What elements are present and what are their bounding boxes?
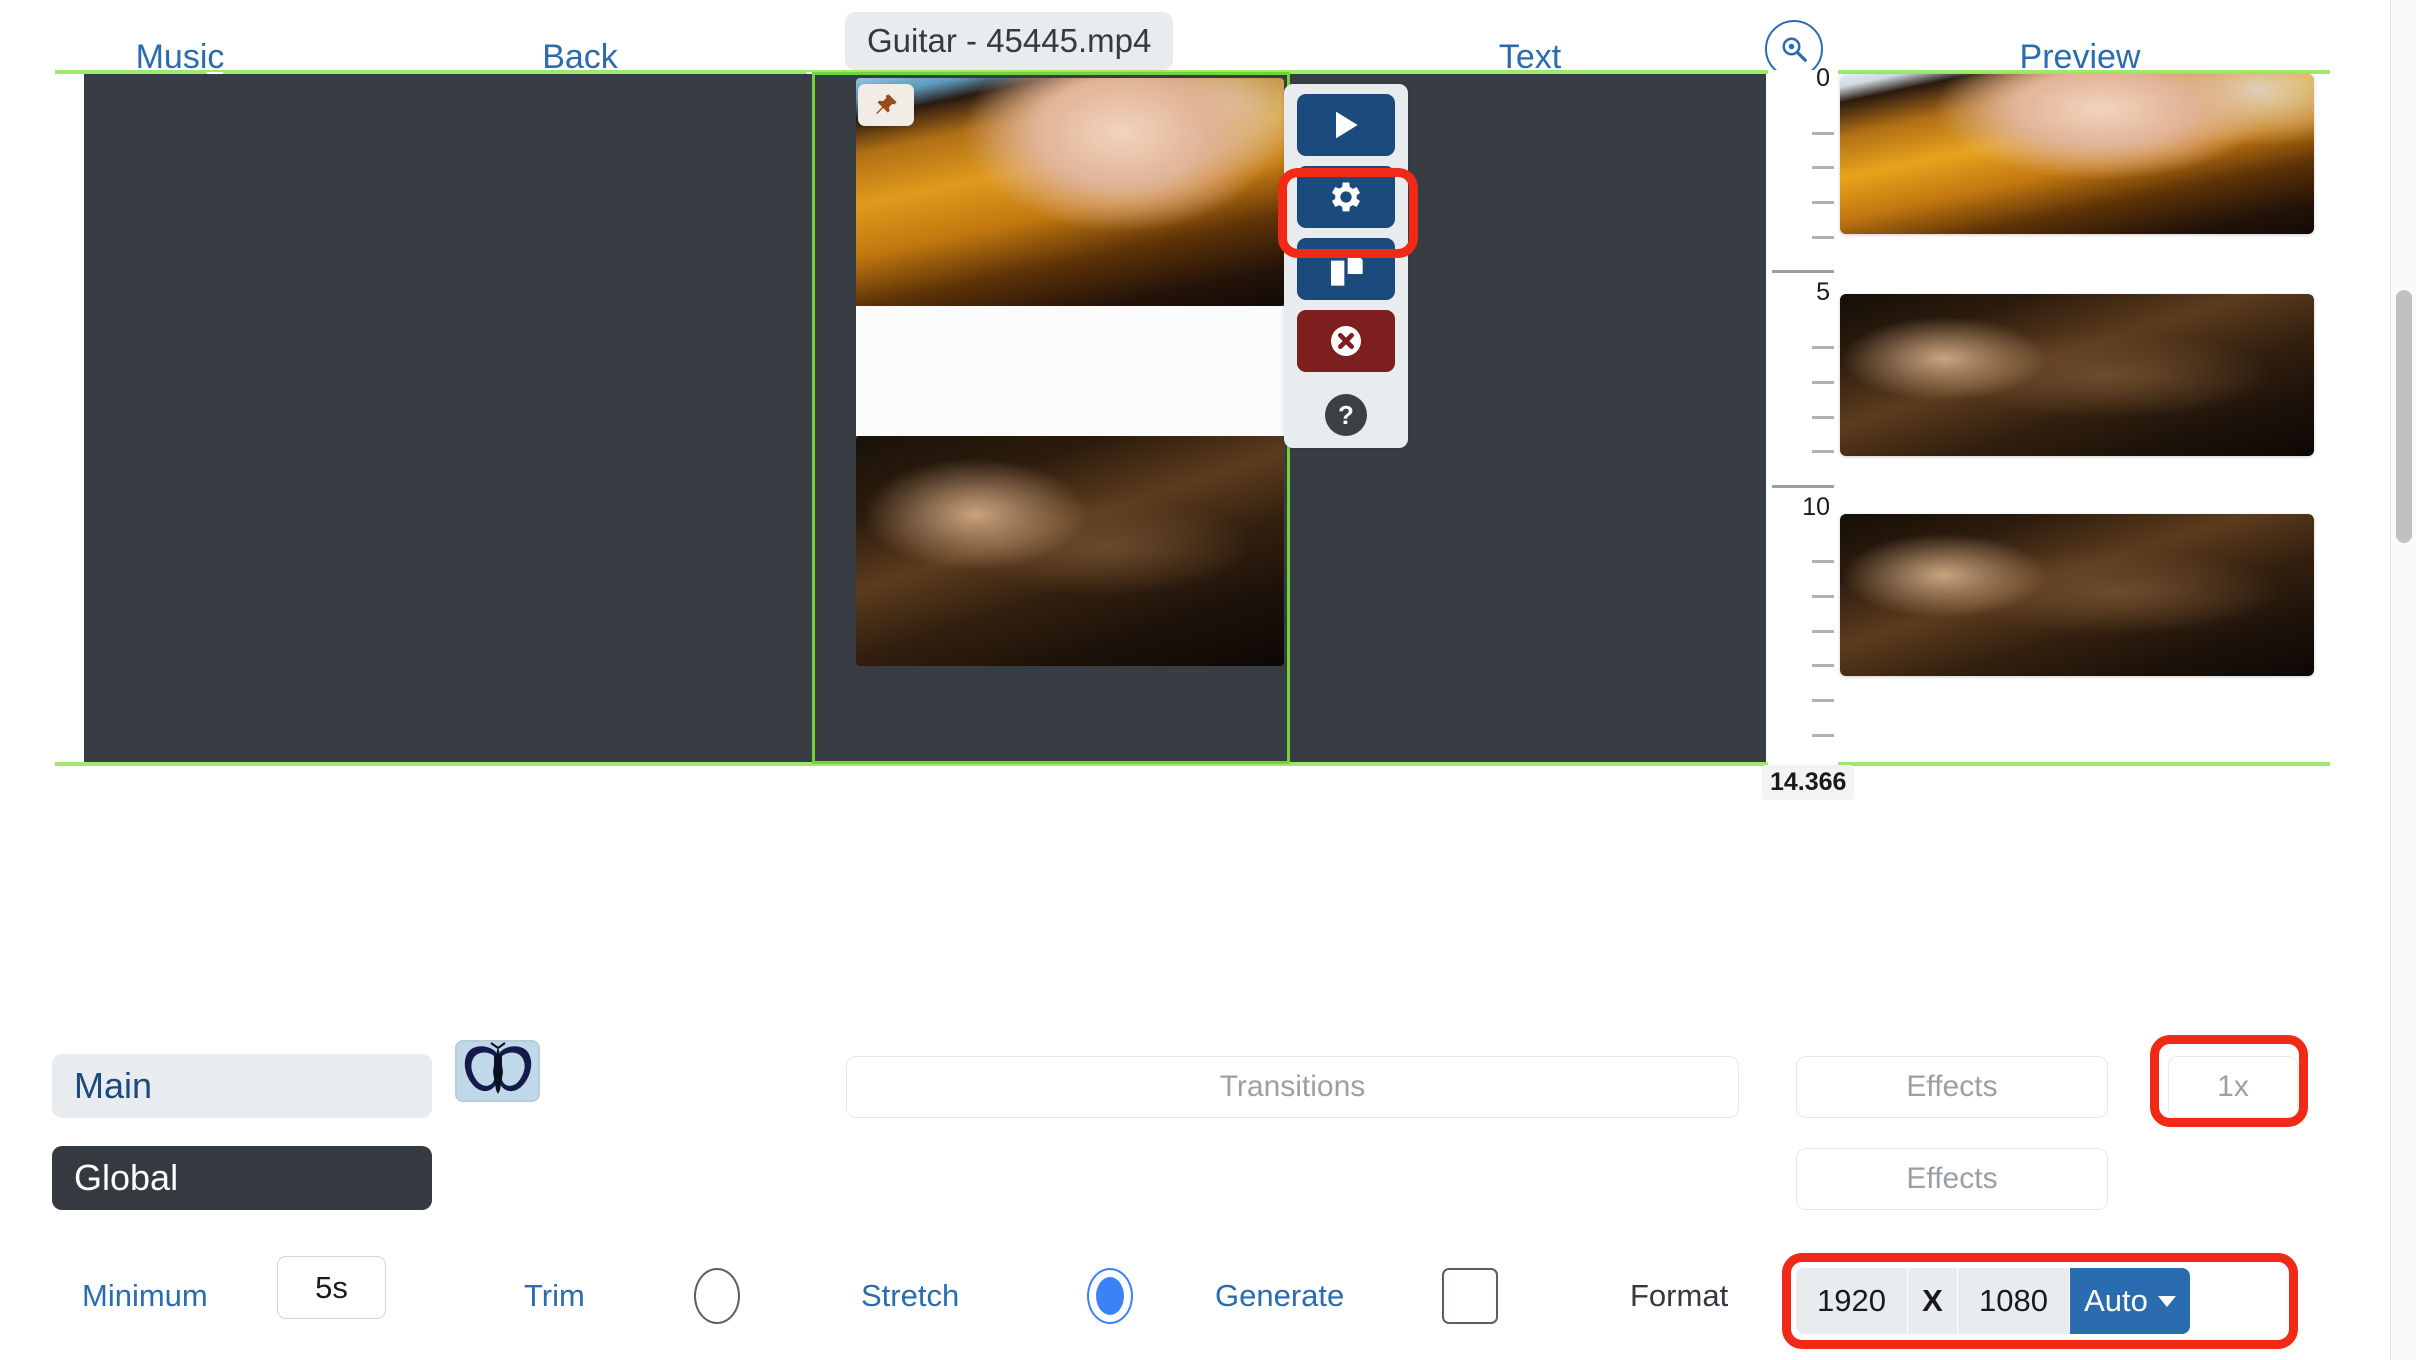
play-icon	[1336, 111, 1358, 139]
ruler-label-5: 5	[1816, 278, 1830, 306]
format-width-input[interactable]: 1920	[1796, 1268, 1908, 1334]
ruler-tick	[1812, 450, 1834, 453]
clip-pin-badge[interactable]	[858, 84, 914, 126]
effects-button-2[interactable]: Effects	[1796, 1148, 2108, 1210]
clip-thumbnail-2	[856, 436, 1284, 666]
butterfly-icon	[457, 1042, 538, 1100]
magnifier-icon	[1782, 37, 1807, 62]
format-height-input[interactable]: 1080	[1958, 1268, 2070, 1334]
stretch-radio[interactable]	[1087, 1268, 1133, 1324]
trim-radio[interactable]	[694, 1268, 740, 1324]
format-separator: X	[1908, 1268, 1958, 1334]
generate-checkbox[interactable]	[1442, 1268, 1498, 1324]
generate-label: Generate	[1215, 1278, 1345, 1313]
help-button[interactable]: ?	[1325, 394, 1367, 436]
play-button[interactable]	[1297, 94, 1395, 156]
clip-thumbnail-1	[856, 78, 1284, 306]
copy-icon	[1331, 252, 1363, 286]
minimum-label: Minimum	[82, 1278, 208, 1313]
clip-media-gap	[856, 306, 1284, 436]
ruler-label-10: 10	[1802, 493, 1830, 521]
ruler-tick	[1812, 734, 1834, 737]
ruler-tick-major	[1772, 485, 1834, 488]
ruler-tick	[1812, 560, 1834, 563]
stretch-label: Stretch	[861, 1278, 960, 1313]
preview-frame-3[interactable]	[1840, 514, 2314, 676]
preview-panel	[1840, 74, 2314, 1024]
ruler-tick	[1812, 346, 1834, 349]
gear-icon	[1332, 182, 1360, 212]
delete-button[interactable]	[1297, 310, 1395, 372]
page-scrollbar[interactable]	[2390, 0, 2416, 1360]
ruler-label-0: 0	[1816, 64, 1830, 92]
transitions-button[interactable]: Transitions	[846, 1056, 1739, 1118]
ruler-tick	[1812, 132, 1834, 135]
chevron-down-icon	[2157, 1295, 2176, 1307]
format-label: Format	[1630, 1278, 1729, 1313]
settings-button[interactable]	[1297, 166, 1395, 228]
ruler-tick	[1812, 630, 1834, 633]
format-mode-dropdown[interactable]: Auto	[2070, 1268, 2190, 1334]
ruler-tick	[1812, 236, 1834, 239]
timeline-track-left[interactable]	[84, 74, 814, 762]
global-button[interactable]: Global	[52, 1146, 432, 1210]
page-scrollbar-thumb[interactable]	[2396, 290, 2412, 543]
ruler-tick	[1812, 201, 1834, 204]
ruler-tick	[1812, 416, 1834, 419]
clip-filename-chip: Guitar - 45445.mp4	[845, 12, 1174, 70]
ruler-tick	[1812, 699, 1834, 702]
time-ruler: 0 5 10	[1768, 64, 1838, 770]
ruler-tick-major	[1772, 270, 1834, 273]
duplicate-button[interactable]	[1297, 238, 1395, 300]
main-button[interactable]: Main	[52, 1054, 432, 1118]
format-controls: 1920 X 1080 Auto	[1796, 1268, 2190, 1334]
timeline-clip-media[interactable]	[856, 78, 1284, 666]
speed-button[interactable]: 1x	[2168, 1056, 2298, 1118]
effects-button-1[interactable]: Effects	[1796, 1056, 2108, 1118]
ruler-tick	[1812, 381, 1834, 384]
ruler-tick	[1812, 664, 1834, 667]
butterfly-icon-button[interactable]	[455, 1040, 540, 1102]
video-editor-window: Music Back Text Preview Guitar - 45445.m…	[0, 0, 2416, 1360]
ruler-tick	[1812, 595, 1834, 598]
pushpin-icon	[876, 94, 897, 114]
preview-frame-2[interactable]	[1840, 294, 2314, 456]
trim-label: Trim	[524, 1278, 585, 1313]
format-mode-label: Auto	[2084, 1283, 2148, 1318]
clip-tool-palette: ?	[1284, 84, 1408, 448]
ruler-tick	[1812, 166, 1834, 169]
close-circle-icon	[1331, 326, 1361, 356]
minimum-duration-input[interactable]: 5s	[277, 1256, 386, 1319]
preview-frame-1[interactable]	[1840, 74, 2314, 234]
